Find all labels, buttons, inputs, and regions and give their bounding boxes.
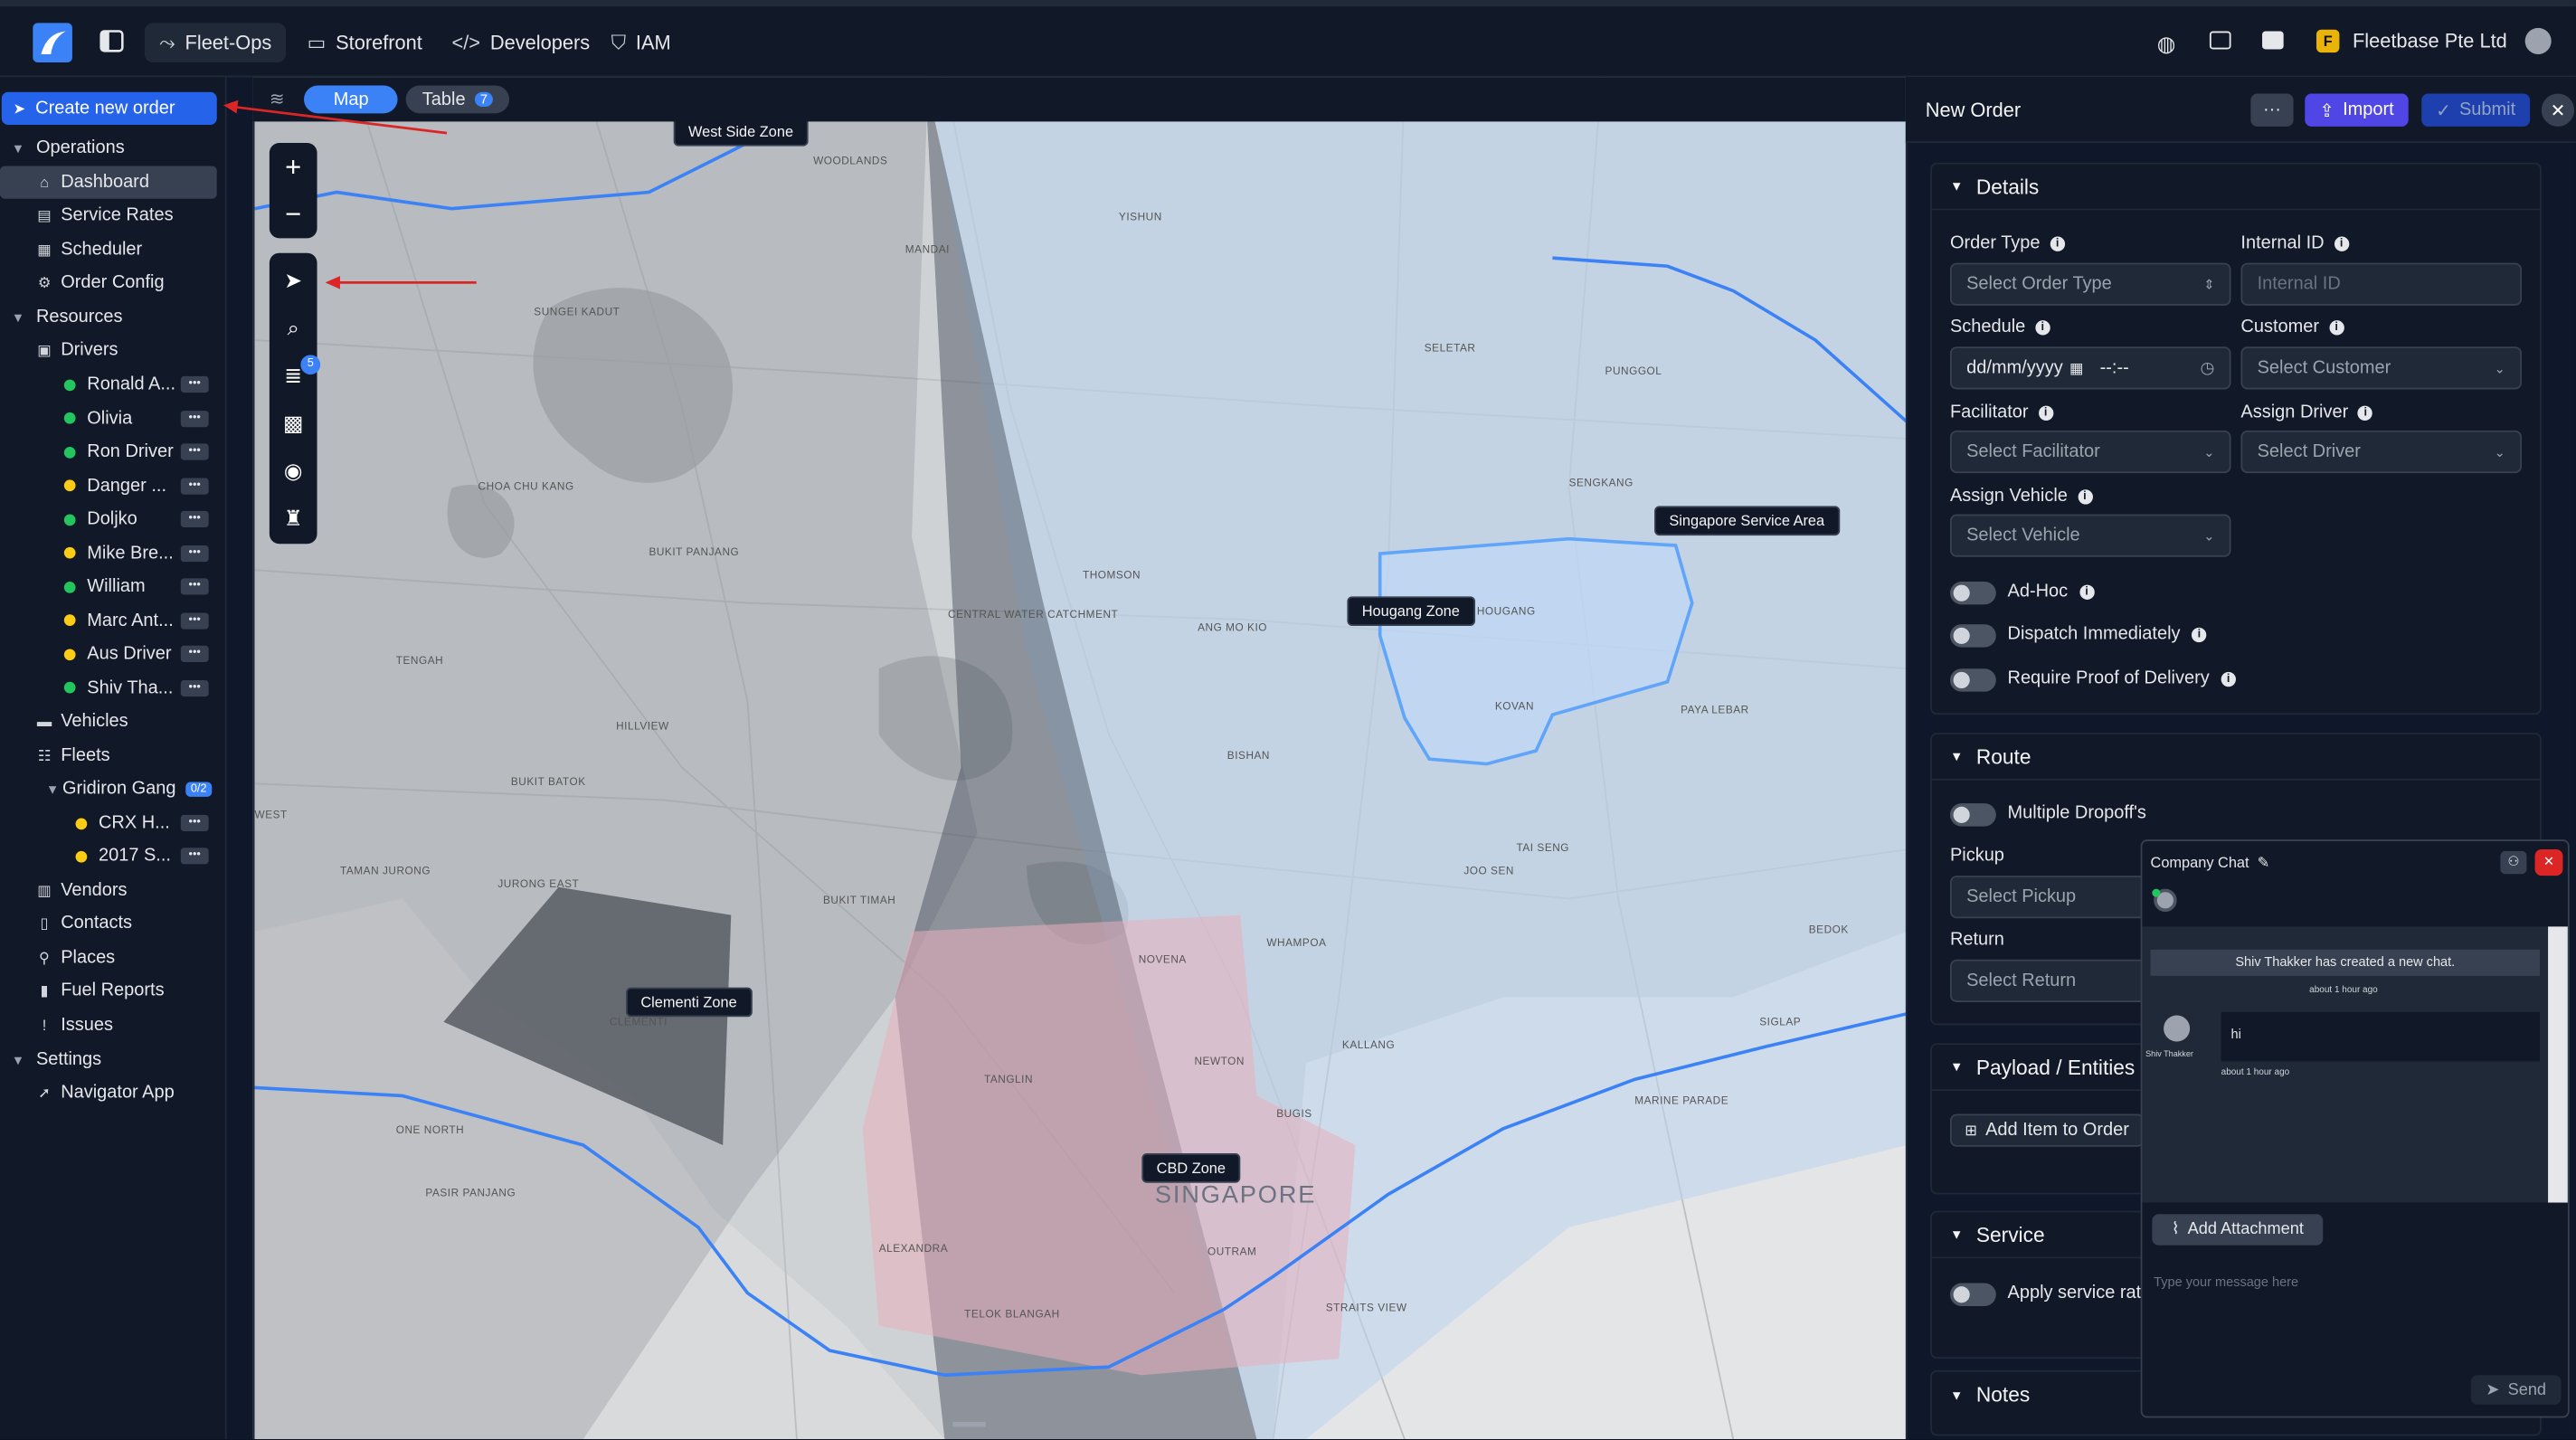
clock-icon[interactable]: ◷ — [2201, 359, 2215, 377]
adhoc-label: Ad-Hoc i — [2008, 582, 2095, 602]
details-header[interactable]: ▼ Details — [1931, 165, 2540, 211]
pickup-select[interactable]: Select Pickup — [1949, 876, 2147, 919]
add-item-button[interactable]: ⊞ Add Item to Order — [1949, 1113, 2145, 1147]
chat-message-input[interactable]: Type your message here — [2145, 1255, 2564, 1358]
more-actions-button[interactable]: ··· — [2250, 93, 2294, 127]
chevron-down-icon: ⌄ — [2494, 360, 2505, 376]
pickup-label: Pickup — [1949, 846, 2004, 867]
multiple-dropoffs-label: Multiple Dropoff's — [2007, 803, 2146, 823]
system-message: Shiv Thakker has created a new chat. — [2150, 949, 2540, 976]
info-icon[interactable]: i — [2038, 404, 2053, 421]
adhoc-toggle[interactable] — [1949, 581, 1996, 605]
chevron-down-icon: ⌄ — [2203, 444, 2215, 459]
online-status-dot — [2152, 888, 2161, 897]
proof-of-delivery-toggle[interactable] — [1949, 668, 1996, 692]
send-button[interactable]: ➤ Send — [2470, 1375, 2562, 1405]
import-button[interactable]: ⇪ Import — [2305, 93, 2409, 127]
close-chat-button[interactable]: ✕ — [2534, 849, 2563, 876]
customer-select[interactable]: Select Customer ⌄ — [2240, 346, 2523, 390]
chevron-updown-icon: ⇕ — [2203, 277, 2215, 292]
info-icon[interactable]: i — [2328, 319, 2344, 335]
info-icon[interactable]: i — [2334, 235, 2349, 251]
sender-avatar — [2164, 1015, 2191, 1042]
close-icon: ✕ — [2550, 100, 2566, 121]
multiple-dropoffs-toggle[interactable] — [1949, 803, 1996, 827]
info-icon[interactable]: i — [2358, 404, 2373, 421]
chat-message-bubble: hi — [2221, 1011, 2540, 1062]
caret-down-icon: ▼ — [1949, 749, 1964, 764]
add-attachment-button[interactable]: ⌇ Add Attachment — [2152, 1214, 2324, 1246]
info-icon[interactable]: i — [2050, 235, 2065, 251]
facilitator-select[interactable]: Select Facilitator ⌄ — [1949, 430, 2231, 474]
dispatch-immediately-label: Dispatch Immediately i — [2008, 624, 2207, 644]
info-icon[interactable]: i — [2221, 670, 2236, 687]
close-panel-button[interactable]: ✕ — [2541, 93, 2575, 127]
assign-driver-label: Assign Driver i — [2240, 403, 2373, 422]
assign-vehicle-select[interactable]: Select Vehicle ⌄ — [1949, 514, 2231, 557]
check-icon: ✓ — [2436, 100, 2451, 121]
send-icon: ➤ — [2486, 1380, 2500, 1399]
return-label: Return — [1949, 930, 2004, 950]
info-icon[interactable]: i — [2035, 319, 2050, 335]
order-type-select[interactable]: Select Order Type ⇕ — [1949, 262, 2231, 306]
schedule-label: Schedule i — [1950, 317, 2050, 336]
return-select[interactable]: Select Return — [1949, 959, 2147, 1002]
caret-down-icon: ▼ — [1949, 1387, 1964, 1403]
proof-of-delivery-label: Require Proof of Delivery i — [2008, 668, 2236, 688]
chevron-down-icon: ⌄ — [2494, 444, 2505, 459]
chat-scrollbar[interactable] — [2548, 926, 2568, 1203]
submit-button[interactable]: ✓ Submit — [2421, 93, 2531, 127]
panel-header: New Order ··· ⇪ Import ✓ Submit ✕ — [1905, 77, 2576, 144]
assign-driver-select[interactable]: Select Driver ⌄ — [2240, 430, 2523, 474]
caret-down-icon: ▼ — [1949, 178, 1964, 194]
paperclip-icon: ⌇ — [2171, 1220, 2180, 1239]
company-chat-window: Company Chat ✎ ⚇ ✕ Shiv Thakker has creat… — [2140, 839, 2570, 1418]
route-header[interactable]: ▼ Route — [1931, 734, 2540, 781]
chat-title: Company Chat ✎ — [2150, 854, 2270, 872]
apply-service-rate-toggle[interactable] — [1949, 1283, 1996, 1306]
assign-vehicle-label: Assign Vehicle i — [1950, 487, 2093, 506]
panel-title: New Order — [1925, 98, 2022, 122]
add-participant-icon[interactable]: ⚇ — [2500, 850, 2527, 875]
schedule-datetime-input[interactable]: dd/mm/yyyy ▦ --:-- ◷ — [1949, 346, 2231, 390]
caret-down-icon: ▼ — [1949, 1059, 1964, 1075]
facilitator-label: Facilitator i — [1950, 403, 2053, 422]
internal-id-label: Internal ID i — [2240, 233, 2349, 253]
chat-messages-area[interactable]: Shiv Thakker has created a new chat. abo… — [2142, 926, 2568, 1203]
chevron-down-icon: ⌄ — [2203, 527, 2215, 544]
caret-down-icon: ▼ — [1949, 1227, 1964, 1243]
apply-service-rate-label: Apply service rat — [2007, 1283, 2142, 1303]
edit-icon[interactable]: ✎ — [2258, 854, 2270, 872]
message-time: about 1 hour ago — [2221, 1067, 2290, 1078]
calendar-icon[interactable]: ▦ — [2069, 359, 2083, 377]
info-icon[interactable]: i — [2077, 488, 2093, 504]
internal-id-input[interactable]: Internal ID — [2240, 262, 2523, 306]
upload-icon: ⇪ — [2319, 100, 2334, 121]
plus-square-icon: ⊞ — [1965, 1121, 1978, 1138]
sender-name: Shiv Thakker — [2145, 1049, 2193, 1060]
info-icon[interactable]: i — [2079, 583, 2095, 600]
system-message-time: about 1 hour ago — [2309, 985, 2378, 996]
customer-label: Customer i — [2240, 317, 2344, 336]
dispatch-immediately-toggle[interactable] — [1949, 624, 1996, 648]
info-icon[interactable]: i — [2192, 626, 2207, 642]
order-type-label: Order Type i — [1950, 233, 2065, 253]
